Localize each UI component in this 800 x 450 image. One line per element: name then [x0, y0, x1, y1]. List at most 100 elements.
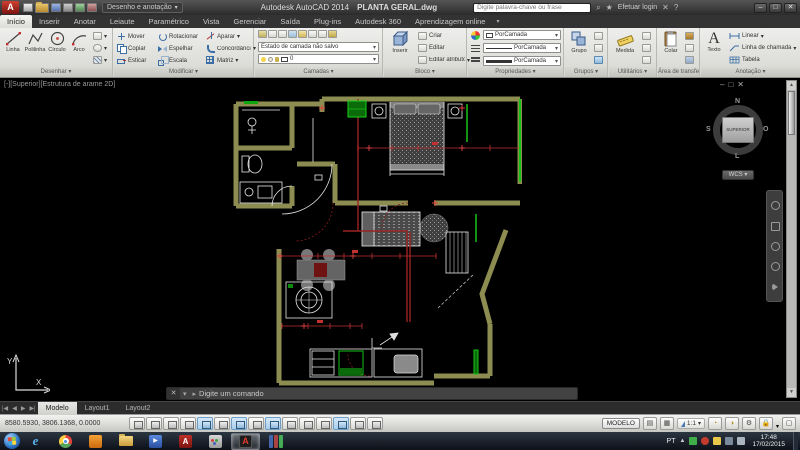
taskbar-explorer[interactable]	[111, 433, 140, 450]
model-space-button[interactable]: MODELO	[602, 418, 640, 429]
edit-attributes-button[interactable]: Editar atributos	[418, 56, 470, 64]
panel-title-propriedades[interactable]: Propriedades	[468, 67, 563, 77]
transparency-toggle[interactable]	[316, 417, 332, 430]
panel-title-desenhar[interactable]: Desenhar	[0, 67, 112, 77]
autoscale-icon[interactable]: ◑	[725, 417, 739, 430]
network-icon[interactable]	[725, 437, 733, 445]
scrollbar-thumb[interactable]	[788, 91, 795, 135]
drawing-quickview-icon[interactable]: ▦	[660, 417, 674, 430]
new-file-icon[interactable]	[23, 3, 33, 12]
viewcube[interactable]: N S O L SUPERIOR	[710, 102, 766, 158]
layer-lock-icon[interactable]	[328, 30, 337, 38]
clock[interactable]: 17:48 17/02/2015	[752, 434, 785, 448]
leader-button[interactable]: Linha de chamada	[729, 44, 796, 52]
compass-west[interactable]: O	[763, 126, 768, 133]
lwt-toggle[interactable]	[299, 417, 315, 430]
polyline-button[interactable]: Polilinha	[24, 30, 46, 53]
exchange-apps-icon[interactable]: ✕	[662, 3, 669, 12]
id-point-button[interactable]	[642, 56, 651, 64]
close-button[interactable]: ✕	[784, 3, 797, 13]
move-button[interactable]: Mover	[117, 32, 145, 41]
panel-title-bloco[interactable]: Bloco	[384, 67, 466, 77]
panel-title-grupos[interactable]: Grupos	[565, 67, 607, 77]
edit-block-button[interactable]: Editar	[418, 44, 445, 52]
tray-antivirus-icon[interactable]	[689, 437, 697, 445]
arc-button[interactable]: Arco	[68, 30, 90, 53]
compass-north[interactable]: N	[735, 98, 740, 105]
scale-button[interactable]: Escala	[158, 56, 187, 65]
quick-select-button[interactable]	[642, 32, 651, 40]
search-icon[interactable]: ⌕	[596, 3, 600, 13]
panel-title-utilitarios[interactable]: Utilitários	[609, 67, 656, 77]
ungroup-button[interactable]	[594, 32, 603, 40]
drawing-canvas[interactable]: [-][Superior][Estrutura de arame 2D] –□✕	[0, 78, 800, 401]
layer-freeze-icon[interactable]	[288, 30, 297, 38]
layout-quickview-icon[interactable]: ▤	[643, 417, 657, 430]
compass-east[interactable]: L	[735, 153, 739, 160]
customize-icon[interactable]: ▾	[180, 390, 190, 398]
undo-icon[interactable]	[75, 3, 85, 12]
ortho-toggle[interactable]	[180, 417, 196, 430]
fillet-button[interactable]: Concordância	[206, 44, 256, 53]
tab-parametrico[interactable]: Paramétrico	[142, 15, 196, 28]
redo-icon[interactable]	[87, 3, 97, 12]
layer-state-dropdown[interactable]: Estado de camada não salvo	[258, 42, 379, 52]
copy-button[interactable]: Copiar	[117, 44, 146, 53]
polar-toggle[interactable]	[197, 417, 213, 430]
annotation-scale-dropdown[interactable]: 1:1	[677, 418, 705, 429]
panel-title-modificar[interactable]: Modificar	[114, 67, 253, 77]
help-icon[interactable]: ?	[674, 3, 678, 12]
plot-icon[interactable]	[63, 3, 73, 12]
panel-title-area-transferencia[interactable]: Área de transferência	[658, 67, 699, 77]
layer-unisolate-icon[interactable]	[308, 30, 317, 38]
tab-layout2[interactable]: Layout2	[118, 402, 159, 415]
layer-on-icon[interactable]	[298, 30, 307, 38]
insert-block-button[interactable]: Inserir	[387, 30, 413, 54]
tab-anotar[interactable]: Anotar	[67, 15, 103, 28]
dyn-toggle[interactable]	[282, 417, 298, 430]
grid-toggle[interactable]	[163, 417, 179, 430]
paste-button[interactable]: Colar	[660, 30, 682, 54]
steering-wheel-icon[interactable]	[770, 200, 780, 210]
infocenter-search-input[interactable]	[473, 3, 591, 13]
tab-inserir[interactable]: Inserir	[32, 15, 67, 28]
annomonitor-toggle[interactable]	[367, 417, 383, 430]
infer-toggle[interactable]	[129, 417, 145, 430]
scroll-up-icon[interactable]: ▲	[787, 81, 796, 90]
copy-clip-button[interactable]	[685, 44, 694, 52]
viewport-controls[interactable]: [-][Superior][Estrutura de arame 2D]	[4, 81, 115, 88]
tray-expand-icon[interactable]: ▲	[680, 438, 686, 444]
stretch-button[interactable]: Esticar	[117, 56, 146, 65]
quickprop-toggle[interactable]	[333, 417, 349, 430]
tab-layout1[interactable]: Layout1	[77, 402, 118, 415]
command-line[interactable]: ✕ ▾ ▸ Digite um comando	[166, 387, 578, 400]
line-button[interactable]: Linha	[2, 30, 24, 53]
floor-plan[interactable]	[222, 82, 522, 398]
color-dropdown[interactable]: PorCamada	[483, 30, 561, 40]
minimize-button[interactable]: –	[754, 3, 767, 13]
layer-dropdown[interactable]: 0	[258, 54, 379, 64]
compass-south[interactable]: S	[706, 126, 711, 133]
panel-title-anotacao[interactable]: Anotação	[701, 67, 800, 77]
rotate-button[interactable]: Rotacionar	[158, 32, 198, 41]
lineweight-icon[interactable]	[471, 57, 480, 62]
layer-off-icon[interactable]	[268, 30, 277, 38]
linear-dimension-button[interactable]: Linear	[729, 32, 764, 40]
toolbar-lock-icon[interactable]: 🔒	[759, 417, 773, 430]
save-icon[interactable]	[51, 3, 61, 12]
trim-button[interactable]: Aparar	[206, 32, 240, 41]
tray-energy-icon[interactable]	[713, 437, 721, 445]
taskbar-winrar[interactable]	[261, 433, 290, 450]
pan-icon[interactable]	[770, 221, 780, 231]
taskbar-autocad[interactable]: A	[231, 433, 260, 450]
last-tab-icon[interactable]: ▶|	[27, 405, 37, 412]
rectangle-tool-button[interactable]	[93, 32, 107, 40]
layer-properties-icon[interactable]	[258, 30, 267, 38]
table-button[interactable]: Tabela	[729, 56, 760, 64]
ducs-toggle[interactable]	[265, 417, 281, 430]
ellipse-tool-button[interactable]	[93, 44, 107, 52]
workspace-switcher[interactable]: Desenho e anotação	[102, 2, 183, 13]
group-selection-toggle[interactable]	[594, 56, 603, 64]
group-button[interactable]: Grupo	[567, 30, 591, 54]
start-button[interactable]	[4, 433, 20, 449]
